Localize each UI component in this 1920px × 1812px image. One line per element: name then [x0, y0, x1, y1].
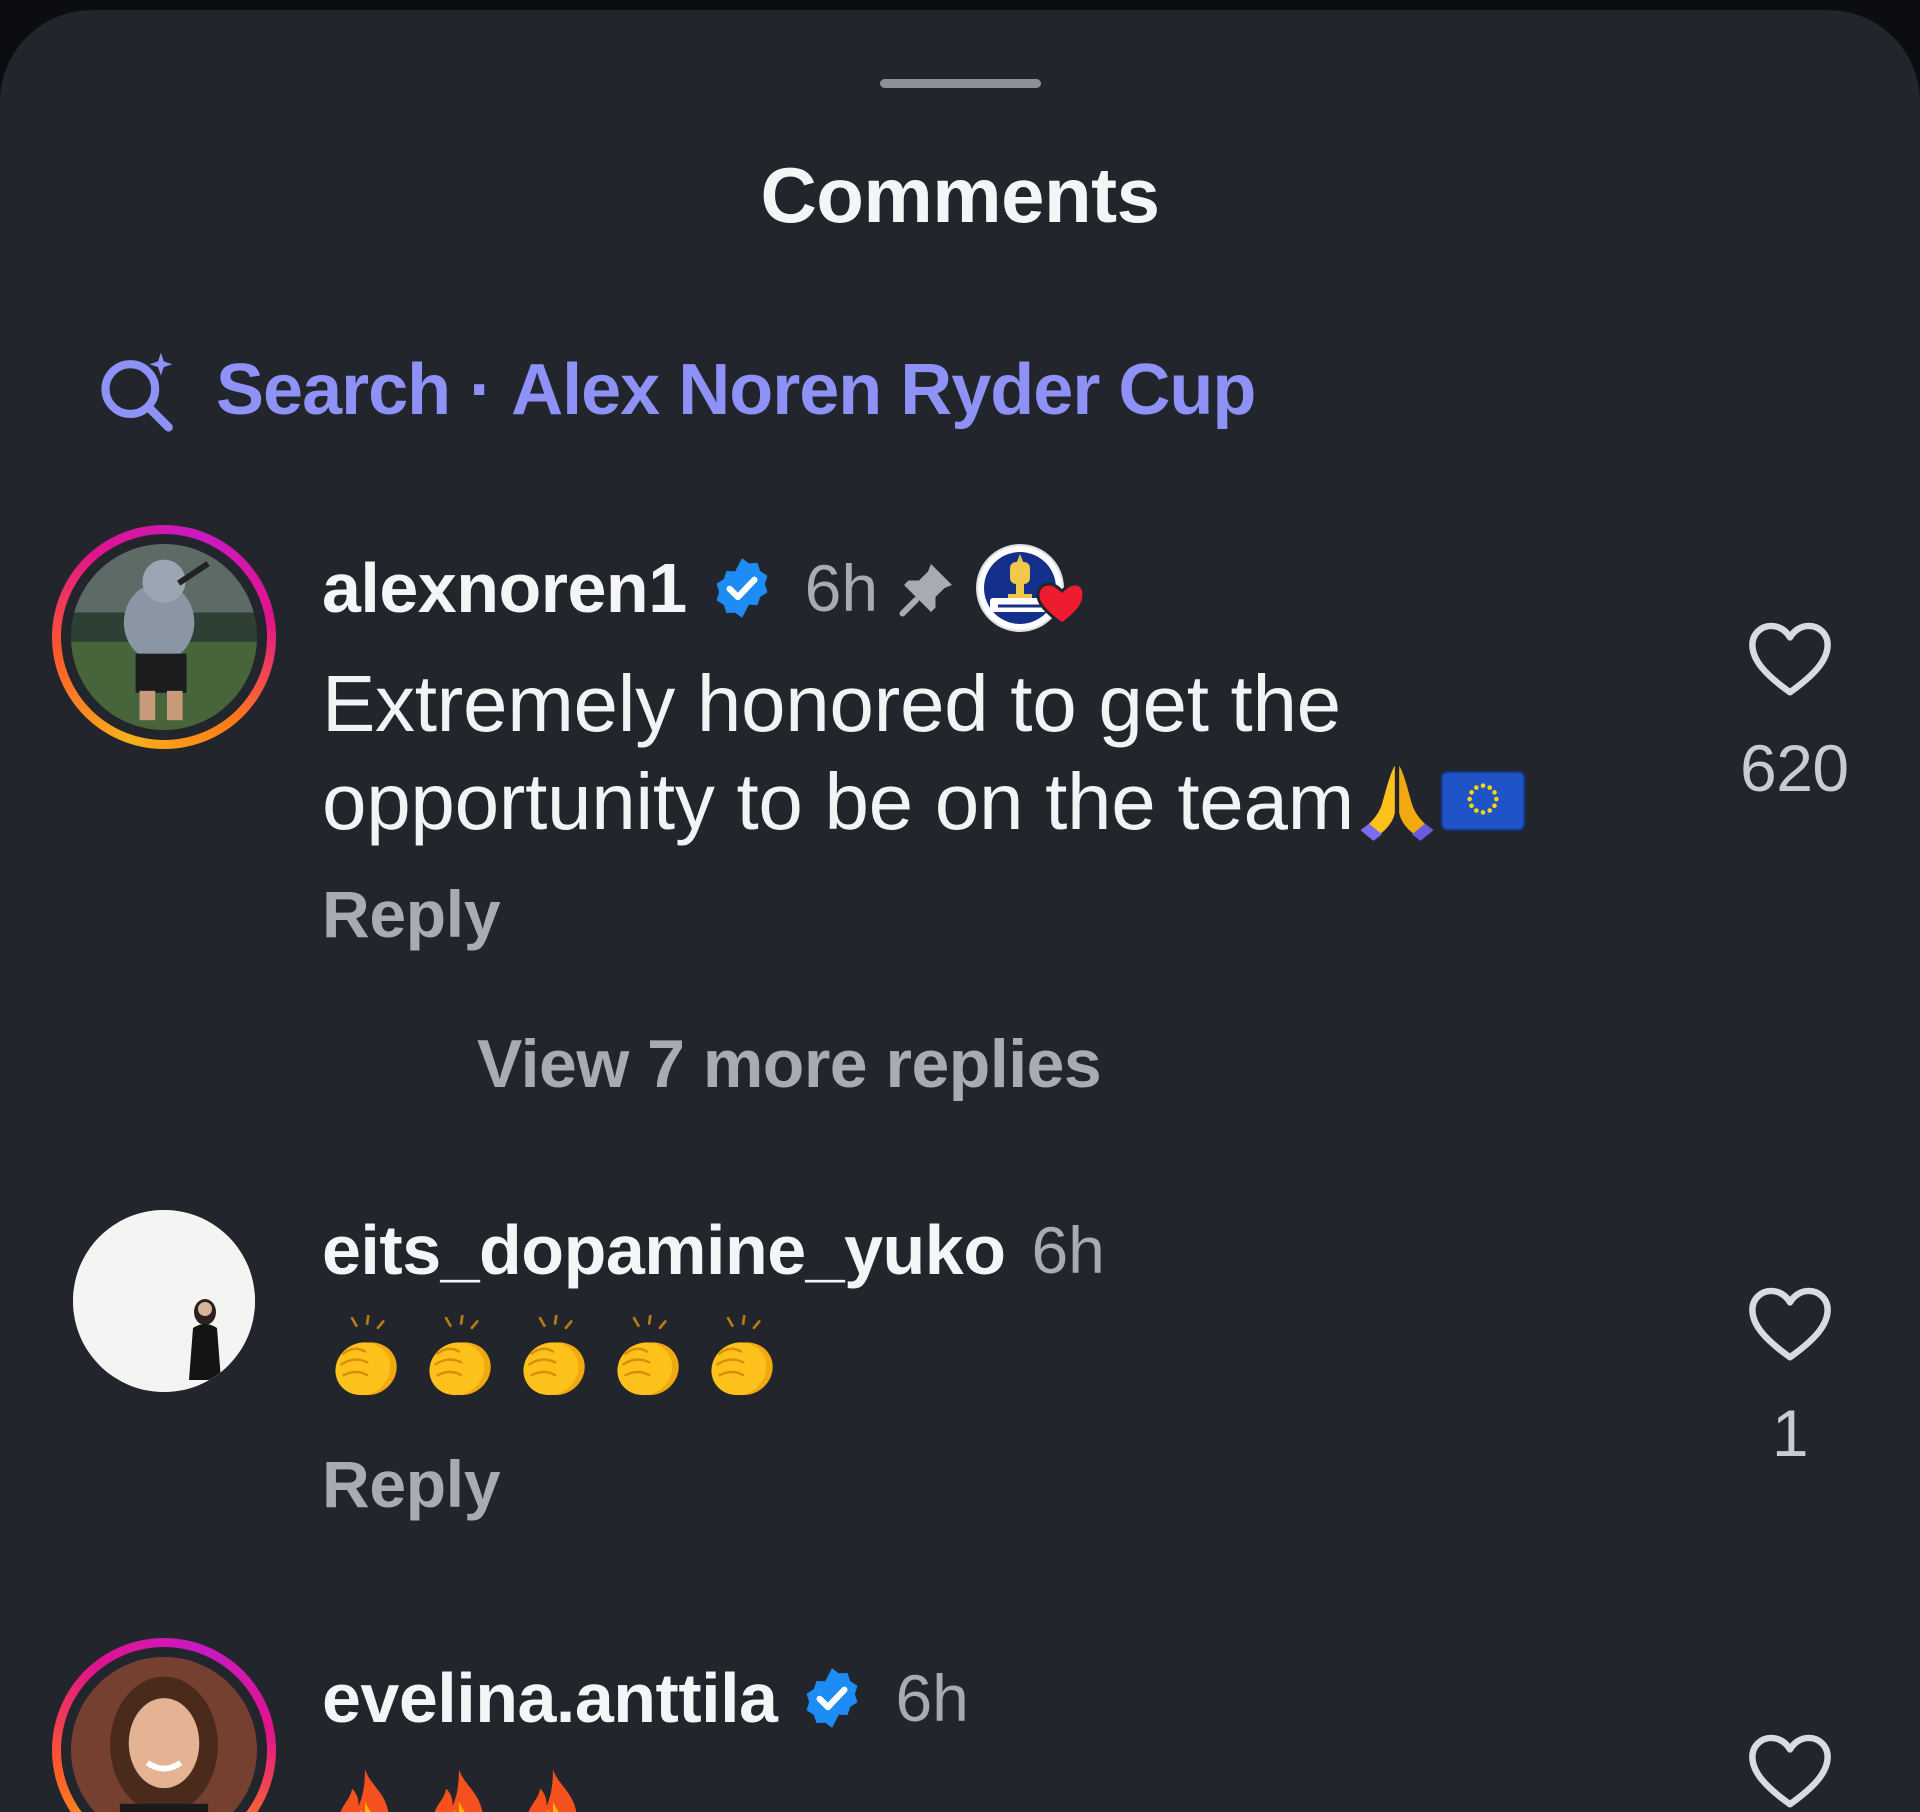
- username[interactable]: evelina.anttila: [322, 1658, 778, 1738]
- pin-icon: [899, 564, 953, 617]
- search-query: Alex Noren Ryder Cup: [511, 350, 1256, 430]
- like-count: 1: [1771, 1396, 1809, 1470]
- comment-header: eits_dopamine_yuko 6h: [322, 1200, 1105, 1300]
- eu-flag-icon: [1440, 757, 1526, 843]
- like-control: 1: [1740, 1285, 1840, 1471]
- sheet-title: Comments: [760, 151, 1160, 239]
- clapping-hands-icon: [698, 1315, 784, 1401]
- reply-button[interactable]: Reply: [322, 876, 501, 952]
- timestamp: 6h: [895, 1661, 969, 1735]
- verified-badge-icon: [799, 1665, 865, 1731]
- folded-hands-icon: [1354, 757, 1440, 843]
- like-control: 620: [1740, 620, 1849, 806]
- clapping-hands-icon: [604, 1315, 690, 1401]
- avatar: [71, 544, 257, 730]
- username[interactable]: eits_dopamine_yuko: [322, 1210, 1006, 1290]
- clapping-hands-icon: [416, 1315, 502, 1401]
- sparkle-search-icon: [101, 352, 173, 432]
- clapping-hands-icon: [510, 1315, 596, 1401]
- timestamp: 6h: [1031, 1213, 1105, 1287]
- drag-handle[interactable]: [880, 79, 1041, 88]
- heart-icon[interactable]: [1747, 620, 1833, 700]
- liked-by-creator-badge: [976, 544, 1086, 632]
- fire-icon: [416, 1765, 502, 1812]
- avatar-story-ring[interactable]: [52, 525, 276, 749]
- like-control: [1740, 1732, 1840, 1812]
- fire-icon: [322, 1765, 408, 1812]
- avatar[interactable]: [73, 1210, 255, 1392]
- timestamp: 6h: [804, 551, 879, 625]
- fire-icon: [510, 1765, 596, 1812]
- search-suggestion[interactable]: Search · Alex Noren Ryder Cup: [94, 340, 1256, 440]
- search-prefix: Search: [216, 350, 451, 430]
- comment-text: [322, 1315, 784, 1401]
- comment-text: Extremely honored to get the opportunity…: [322, 655, 1702, 851]
- comment-header: evelina.anttila 6h: [322, 1648, 969, 1748]
- clapping-hands-icon: [322, 1315, 408, 1401]
- comment-header: alexnoren1 6h: [322, 538, 1086, 638]
- search-separator: ·: [450, 350, 512, 430]
- reply-button[interactable]: Reply: [322, 1446, 501, 1522]
- username[interactable]: alexnoren1: [322, 548, 687, 628]
- comments-sheet: Comments Search · Alex Noren Ryder Cup a…: [0, 10, 1920, 1812]
- view-more-replies[interactable]: View 7 more replies: [477, 1025, 1102, 1103]
- avatar-story-ring[interactable]: [52, 1638, 276, 1812]
- verified-badge-icon: [709, 555, 775, 621]
- heart-icon[interactable]: [1747, 1732, 1833, 1812]
- heart-icon[interactable]: [1747, 1285, 1833, 1365]
- like-count: 620: [1740, 731, 1849, 805]
- comment-text: [322, 1765, 596, 1812]
